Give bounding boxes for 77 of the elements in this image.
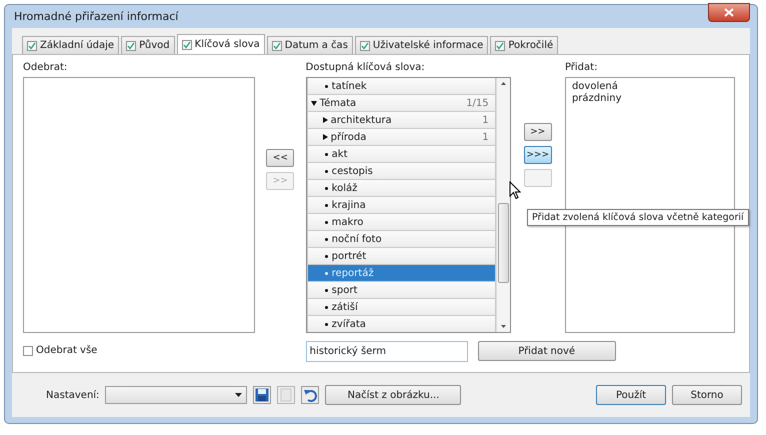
bullet-icon (324, 238, 328, 240)
tree-row[interactable]: architektura 1 (306, 112, 496, 129)
keyword-count: 1 (482, 130, 489, 144)
apply-button[interactable]: Použít (596, 385, 666, 405)
tab[interactable]: Uživatelské informace (354, 36, 488, 54)
load-from-image-button[interactable]: Načíst z obrázku... (325, 385, 462, 405)
tree-row[interactable]: zátiší (306, 299, 496, 316)
tree-row[interactable]: tatínek (306, 78, 496, 95)
expanded-arrow-icon[interactable] (310, 100, 317, 106)
checkbox-label: Odebrat vše (36, 345, 98, 356)
tree-row[interactable]: příroda 1 (306, 129, 496, 146)
list-item[interactable]: prázdniny (572, 93, 728, 105)
cancel-button[interactable]: Storno (672, 385, 742, 405)
save-icon (255, 388, 270, 402)
checkbox[interactable] (495, 40, 506, 50)
document-icon (279, 388, 294, 402)
window-title: Hromadné přiřazení informací (13, 10, 178, 23)
bullet-icon (324, 322, 328, 326)
bullet-icon (324, 170, 328, 172)
close-icon (724, 8, 734, 17)
bullet-icon (324, 84, 328, 88)
bullet-icon (324, 220, 328, 224)
move-button[interactable]: << (266, 149, 294, 167)
delete-button[interactable] (277, 386, 296, 404)
tree-row[interactable]: noční foto (306, 231, 496, 248)
tree-row[interactable]: cestopis (306, 163, 496, 180)
move-button[interactable]: >>> (524, 146, 552, 164)
list-label: Přidat: (564, 61, 598, 75)
input-field[interactable]: historický šerm (306, 341, 468, 362)
preset-dropdown[interactable] (105, 386, 248, 404)
checkbox[interactable] (27, 40, 37, 50)
checkbox[interactable] (360, 40, 370, 50)
tab[interactable]: Základní údaje (22, 36, 120, 54)
checkbox[interactable] (23, 346, 33, 356)
scrollbar[interactable] (496, 78, 510, 332)
scroll-up-icon[interactable] (500, 82, 506, 85)
bullet-icon (324, 186, 328, 190)
list-label: Dostupná klíčová slova: (306, 61, 426, 75)
dropdown-icon (235, 393, 242, 397)
bullet-icon (324, 152, 328, 156)
tab[interactable]: Pokročilé (490, 36, 558, 54)
close-button[interactable] (708, 3, 750, 22)
scroll-down-icon[interactable] (500, 325, 506, 328)
checkbox[interactable] (126, 40, 136, 50)
tab[interactable]: Datum a čas (266, 36, 353, 54)
reset-button[interactable] (301, 386, 320, 404)
list-label: Odebrat: (23, 61, 68, 75)
scrollbar-thumb[interactable] (498, 203, 509, 283)
tab[interactable]: Původ (121, 36, 175, 54)
tree-row[interactable]: makro (306, 214, 496, 231)
tab[interactable]: Klíčová slova (176, 34, 265, 54)
move-button[interactable]: >> (524, 123, 552, 141)
tree-row[interactable]: portrét (306, 248, 496, 265)
bullet-icon (324, 306, 328, 308)
tooltip: Přidat zvolená klíčová slova včetně kategorií (527, 209, 749, 226)
tree-row[interactable]: krajina (306, 197, 496, 214)
undo-icon (303, 388, 318, 402)
bullet-icon (324, 254, 328, 258)
bullet-icon (324, 288, 328, 292)
bullet-icon (324, 272, 328, 274)
keyword-count: 1 (482, 114, 489, 126)
tree-row[interactable]: Témata 1/15 (306, 95, 496, 112)
list-item[interactable]: dovolená (572, 81, 728, 93)
collapsed-arrow-icon[interactable] (322, 134, 328, 140)
tree-row[interactable]: zvířata (306, 316, 496, 332)
checkbox[interactable] (272, 40, 282, 50)
tree-row[interactable]: sport (306, 282, 496, 299)
tree-row[interactable]: koláž (306, 180, 496, 197)
bullet-icon (324, 204, 328, 206)
collapsed-arrow-icon[interactable] (322, 117, 328, 123)
tree-row[interactable]: reportáž (306, 265, 496, 282)
preset-label: Nastavení: (46, 390, 100, 400)
checkbox[interactable] (182, 40, 192, 50)
tree-row[interactable]: akt (306, 146, 496, 163)
save-button[interactable] (253, 386, 272, 404)
keyword-count: 1/15 (466, 96, 489, 110)
add-new-button[interactable]: Přidat nové (478, 341, 616, 361)
